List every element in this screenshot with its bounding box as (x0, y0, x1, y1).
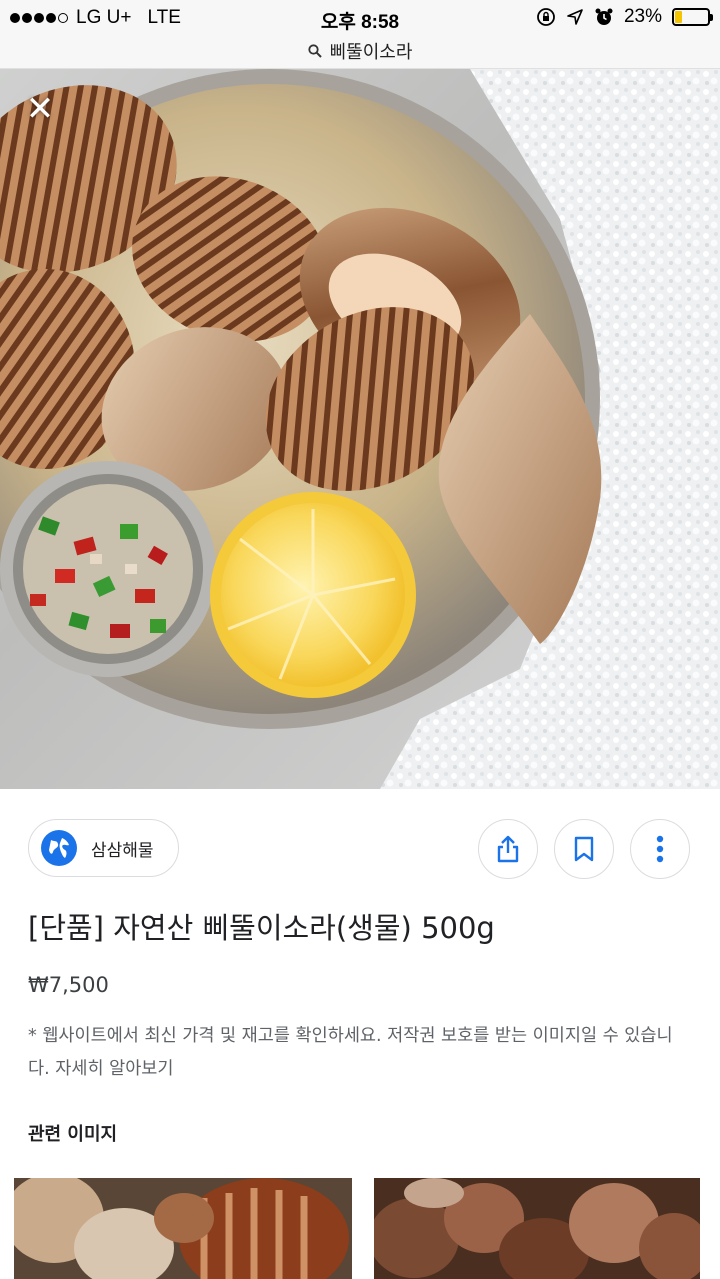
status-right: 23% (536, 6, 713, 28)
more-options-button[interactable] (630, 819, 690, 879)
copyright-notice: * 웹사이트에서 최신 가격 및 재고를 확인하세요. 저작권 보호를 받는 이… (28, 1020, 693, 1086)
related-whelk-photo (14, 1178, 352, 1279)
battery-percent: 23% (623, 6, 662, 27)
source-site-name: 삼삼해물 (91, 840, 154, 861)
close-icon[interactable]: ✕ (22, 91, 58, 127)
globe-icon (41, 830, 77, 866)
whelk-photo (0, 69, 720, 789)
related-images-heading: 관련 이미지 (28, 1124, 118, 1145)
url-bar[interactable]: 삐뚤이소라 (0, 34, 720, 69)
rotation-lock-icon (537, 8, 555, 26)
search-icon (307, 44, 322, 58)
product-image[interactable]: ✕ (0, 69, 720, 789)
battery-icon (672, 8, 713, 26)
learn-more-link[interactable]: 자세히 알아보기 (55, 1059, 173, 1079)
alarm-icon (595, 8, 613, 25)
share-button[interactable] (478, 819, 538, 879)
related-image-thumbnail[interactable] (374, 1178, 700, 1279)
related-image-thumbnail[interactable] (14, 1178, 352, 1279)
source-chip[interactable]: 삼삼해물 (28, 819, 179, 877)
share-icon (497, 835, 519, 863)
more-vert-icon (656, 835, 664, 863)
related-whelk-photo (374, 1178, 700, 1279)
status-bar: LG U+ LTE 오후 8:58 23% (0, 0, 720, 34)
location-arrow-icon (567, 9, 583, 25)
bookmark-icon (574, 836, 594, 862)
product-title: [단품] 자연산 삐뚤이소라(생물) 500g (28, 911, 495, 945)
search-query: 삐뚤이소라 (329, 42, 413, 63)
bookmark-button[interactable] (554, 819, 614, 879)
clock: 오후 8:58 (320, 12, 400, 33)
product-price: ₩7,500 (28, 973, 109, 997)
